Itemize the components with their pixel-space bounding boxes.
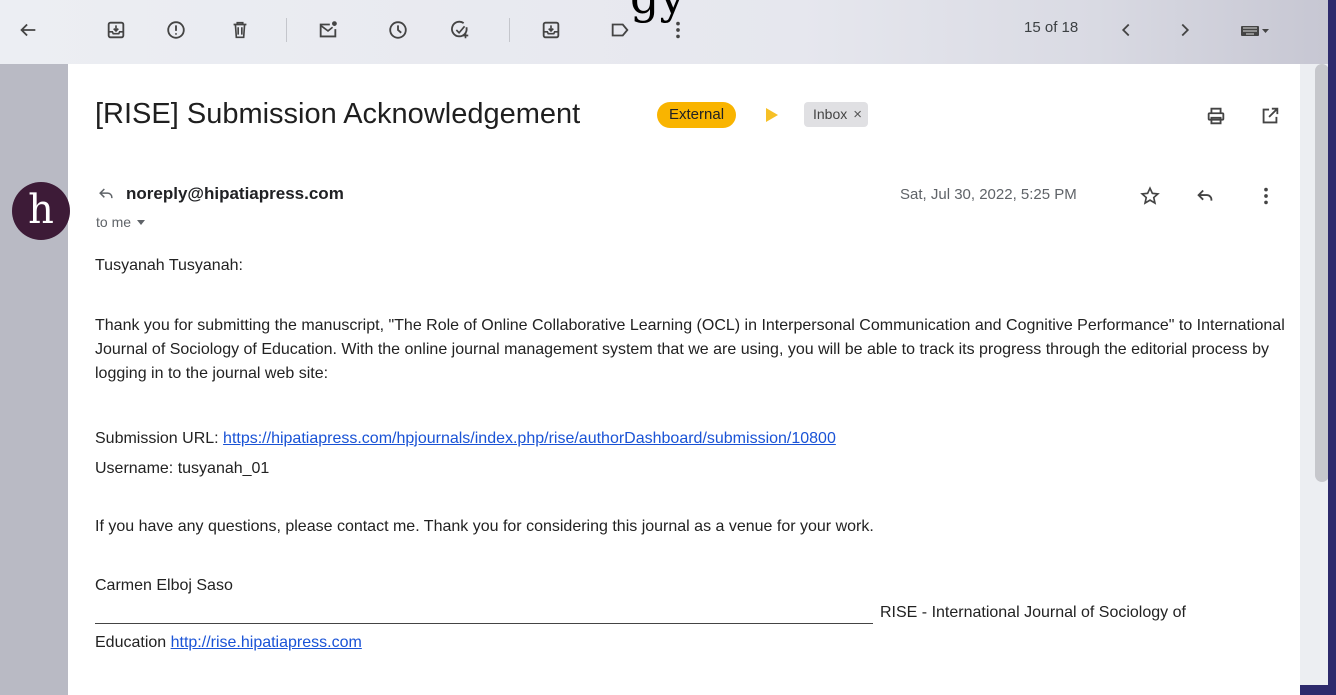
importance-marker-icon[interactable] <box>766 108 778 122</box>
label-button[interactable] <box>606 16 634 44</box>
back-button[interactable] <box>14 16 42 44</box>
label-chip-inbox: Inbox × <box>804 102 869 127</box>
more-button[interactable] <box>664 16 692 44</box>
older-button[interactable] <box>1171 16 1199 44</box>
journal-url-link[interactable]: http://rise.hipatiapress.com <box>171 634 362 651</box>
mark-unread-icon <box>319 21 337 38</box>
sender-line: noreply@hipatiapress.com <box>96 184 344 204</box>
add-task-icon <box>451 20 469 39</box>
newer-button[interactable] <box>1112 16 1140 44</box>
body-greeting: Tusyanah Tusyanah: <box>95 257 243 274</box>
input-tools-button[interactable] <box>1228 16 1280 44</box>
chevron-right-icon <box>1181 23 1190 37</box>
recipient-details-toggle[interactable]: to me <box>96 214 146 230</box>
email-date: Sat, Jul 30, 2022, 5:25 PM <box>900 186 1077 203</box>
external-badge: External <box>657 102 737 128</box>
body-paragraph-text: Thank you for submitting the manuscript,… <box>95 317 1285 382</box>
star-icon <box>1140 186 1160 205</box>
print-icon <box>1207 107 1225 125</box>
signature-name: Carmen Elboj Saso <box>95 577 233 594</box>
body-paragraph-2: If you have any questions, please contac… <box>95 518 874 535</box>
reply-icon <box>99 188 113 199</box>
sender-avatar: h <box>12 182 70 240</box>
archive-icon <box>107 21 125 39</box>
journal-line-2: Education http://rise.hipatiapress.com <box>95 634 362 652</box>
submission-url-label: Submission URL: <box>95 430 224 447</box>
submission-url-line: Submission URL: https://hipatiapress.com… <box>95 430 836 448</box>
trash-icon <box>233 21 247 39</box>
toolbar-divider <box>286 18 287 42</box>
mark-unread-button[interactable] <box>314 16 342 44</box>
snooze-button[interactable] <box>384 16 412 44</box>
caret-down-icon <box>137 219 146 225</box>
sender-email[interactable]: noreply@hipatiapress.com <box>126 184 344 204</box>
journal-line: RISE - International Journal of Sociolog… <box>880 604 1186 621</box>
label-icon <box>611 23 629 37</box>
chevron-left-icon <box>1121 23 1130 37</box>
delete-button[interactable] <box>226 16 254 44</box>
toolbar: gy 15 of 18 <box>0 0 1336 64</box>
scrollbar-thumb[interactable] <box>1315 64 1329 482</box>
pager-count: 15 of 18 <box>1024 19 1079 36</box>
add-task-button[interactable] <box>446 16 474 44</box>
open-new-window-button[interactable] <box>1256 102 1284 130</box>
keyboard-icon <box>1241 26 1269 36</box>
more-vert-icon <box>676 21 680 39</box>
print-button[interactable] <box>1202 102 1230 130</box>
body-paragraph-1: Thank you for submitting the manuscript,… <box>95 314 1305 386</box>
recipient-text: to me <box>96 214 132 230</box>
more-vert-icon <box>1264 187 1268 205</box>
submission-url-link[interactable]: https://hipatiapress.com/hpjournals/inde… <box>223 430 836 447</box>
reply-button[interactable] <box>1191 182 1219 210</box>
toolbar-divider <box>509 18 510 42</box>
report-spam-button[interactable] <box>162 16 190 44</box>
archive-button[interactable] <box>102 16 130 44</box>
email-subject: [RISE] Submission Acknowledgement <box>95 98 581 130</box>
signature-divider <box>95 623 873 624</box>
reply-icon <box>1197 189 1213 201</box>
message-more-button[interactable] <box>1252 182 1280 210</box>
open-in-new-icon <box>1262 107 1279 124</box>
journal-line-2-text: Education <box>95 634 171 651</box>
move-to-button[interactable] <box>537 16 565 44</box>
remove-label-button[interactable]: × <box>853 102 862 127</box>
arrow-left-icon <box>20 23 36 37</box>
username-line: Username: tusyanah_01 <box>95 460 270 477</box>
snooze-icon <box>389 21 407 39</box>
report-spam-icon <box>167 21 185 39</box>
move-to-icon <box>542 21 560 39</box>
star-button[interactable] <box>1136 182 1164 210</box>
label-chip-text: Inbox <box>813 106 848 122</box>
window-frame <box>1328 0 1336 695</box>
